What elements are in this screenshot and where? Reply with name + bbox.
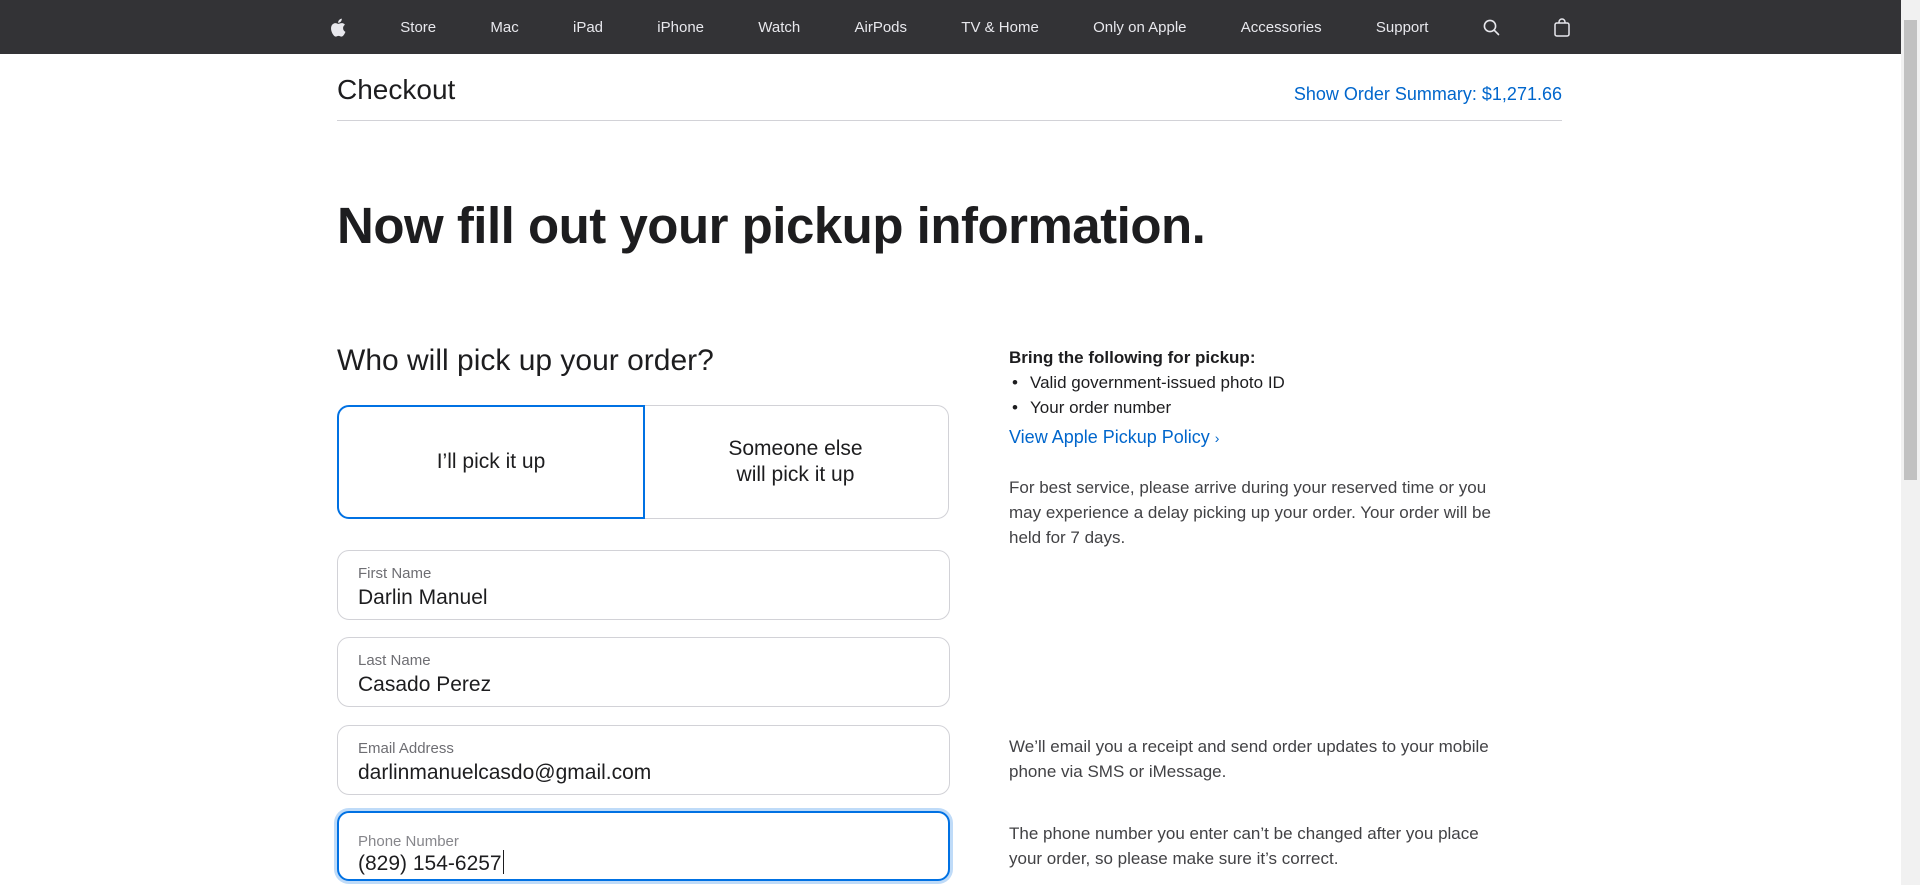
phone-number-value: (829) 154-6257 [358,850,504,876]
email-note: We’ll email you a receipt and send order… [1009,737,1489,781]
nav-iphone[interactable]: iPhone [657,19,704,36]
option-someone-else-pickup[interactable]: Someone else will pick it up [643,405,949,519]
global-nav: Store Mac iPad iPhone Watch AirPods TV &… [0,0,1901,54]
page-headline: Now fill out your pickup information. [337,197,1206,254]
first-name-field[interactable]: First Name Darlin Manuel [337,550,950,620]
text-caret [502,850,504,874]
best-service-note: For best service, please arrive during y… [1009,478,1491,547]
email-label: Email Address [358,740,454,757]
nav-ipad[interactable]: iPad [573,19,603,36]
pickup-policy-link[interactable]: View Apple Pickup Policy › [1009,425,1219,451]
nav-mac[interactable]: Mac [490,19,518,36]
option-self-label: I’ll pick it up [436,450,546,473]
show-order-summary-link[interactable]: Show Order Summary: $1,271.66 [1294,84,1562,105]
last-name-value: Casado Perez [358,673,492,696]
nav-only-on-apple[interactable]: Only on Apple [1093,19,1186,36]
email-field[interactable]: Email Address darlinmanuelcasdo@gmail.co… [337,725,950,795]
pickup-requirements: Bring the following for pickup: Valid go… [1009,345,1509,451]
first-name-label: First Name [358,565,432,582]
phone-note: The phone number you enter can’t be chan… [1009,824,1479,868]
bring-item-order-number: Your order number [1009,395,1509,420]
nav-items-container: Store Mac iPad iPhone Watch AirPods TV &… [330,0,1570,54]
scrollbar-thumb[interactable] [1904,20,1917,480]
nav-airpods[interactable]: AirPods [855,19,908,36]
option-other-label: Someone else will pick it up [728,436,862,488]
shopping-bag-icon[interactable] [1554,17,1570,37]
page-scrollbar[interactable] [1901,0,1920,885]
nav-accessories[interactable]: Accessories [1241,19,1322,36]
pickup-policy-link-text: View Apple Pickup Policy [1009,427,1210,447]
nav-watch[interactable]: Watch [758,19,800,36]
option-other-label-line2: will pick it up [736,463,855,486]
last-name-label: Last Name [358,652,431,669]
option-other-label-line1: Someone else [728,437,863,460]
nav-store[interactable]: Store [400,19,436,36]
chevron-right-icon: › [1214,430,1220,446]
checkout-title: Checkout [337,74,456,105]
nav-support[interactable]: Support [1376,19,1429,36]
nav-tv-home[interactable]: TV & Home [961,19,1039,36]
pickup-heading: Who will pick up your order? [337,344,714,377]
last-name-field[interactable]: Last Name Casado Perez [337,637,950,707]
phone-number-label: Phone Number [358,833,459,850]
checkout-header: Checkout Show Order Summary: $1,271.66 [337,54,1562,121]
bring-item-photo-id: Valid government-issued photo ID [1009,370,1509,395]
phone-number-field[interactable]: Phone Number (829) 154-6257 [337,811,950,881]
bring-list: Valid government-issued photo ID Your or… [1009,370,1509,420]
bring-title: Bring the following for pickup: [1009,348,1256,367]
email-value: darlinmanuelcasdo@gmail.com [358,761,652,784]
pickup-option-selector: I’ll pick it up Someone else will pick i… [337,405,949,519]
apple-logo-icon[interactable] [330,18,346,37]
first-name-value: Darlin Manuel [358,586,488,609]
phone-number-text: (829) 154-6257 [358,852,502,875]
option-self-pickup[interactable]: I’ll pick it up [337,405,645,519]
search-icon[interactable] [1483,19,1500,36]
